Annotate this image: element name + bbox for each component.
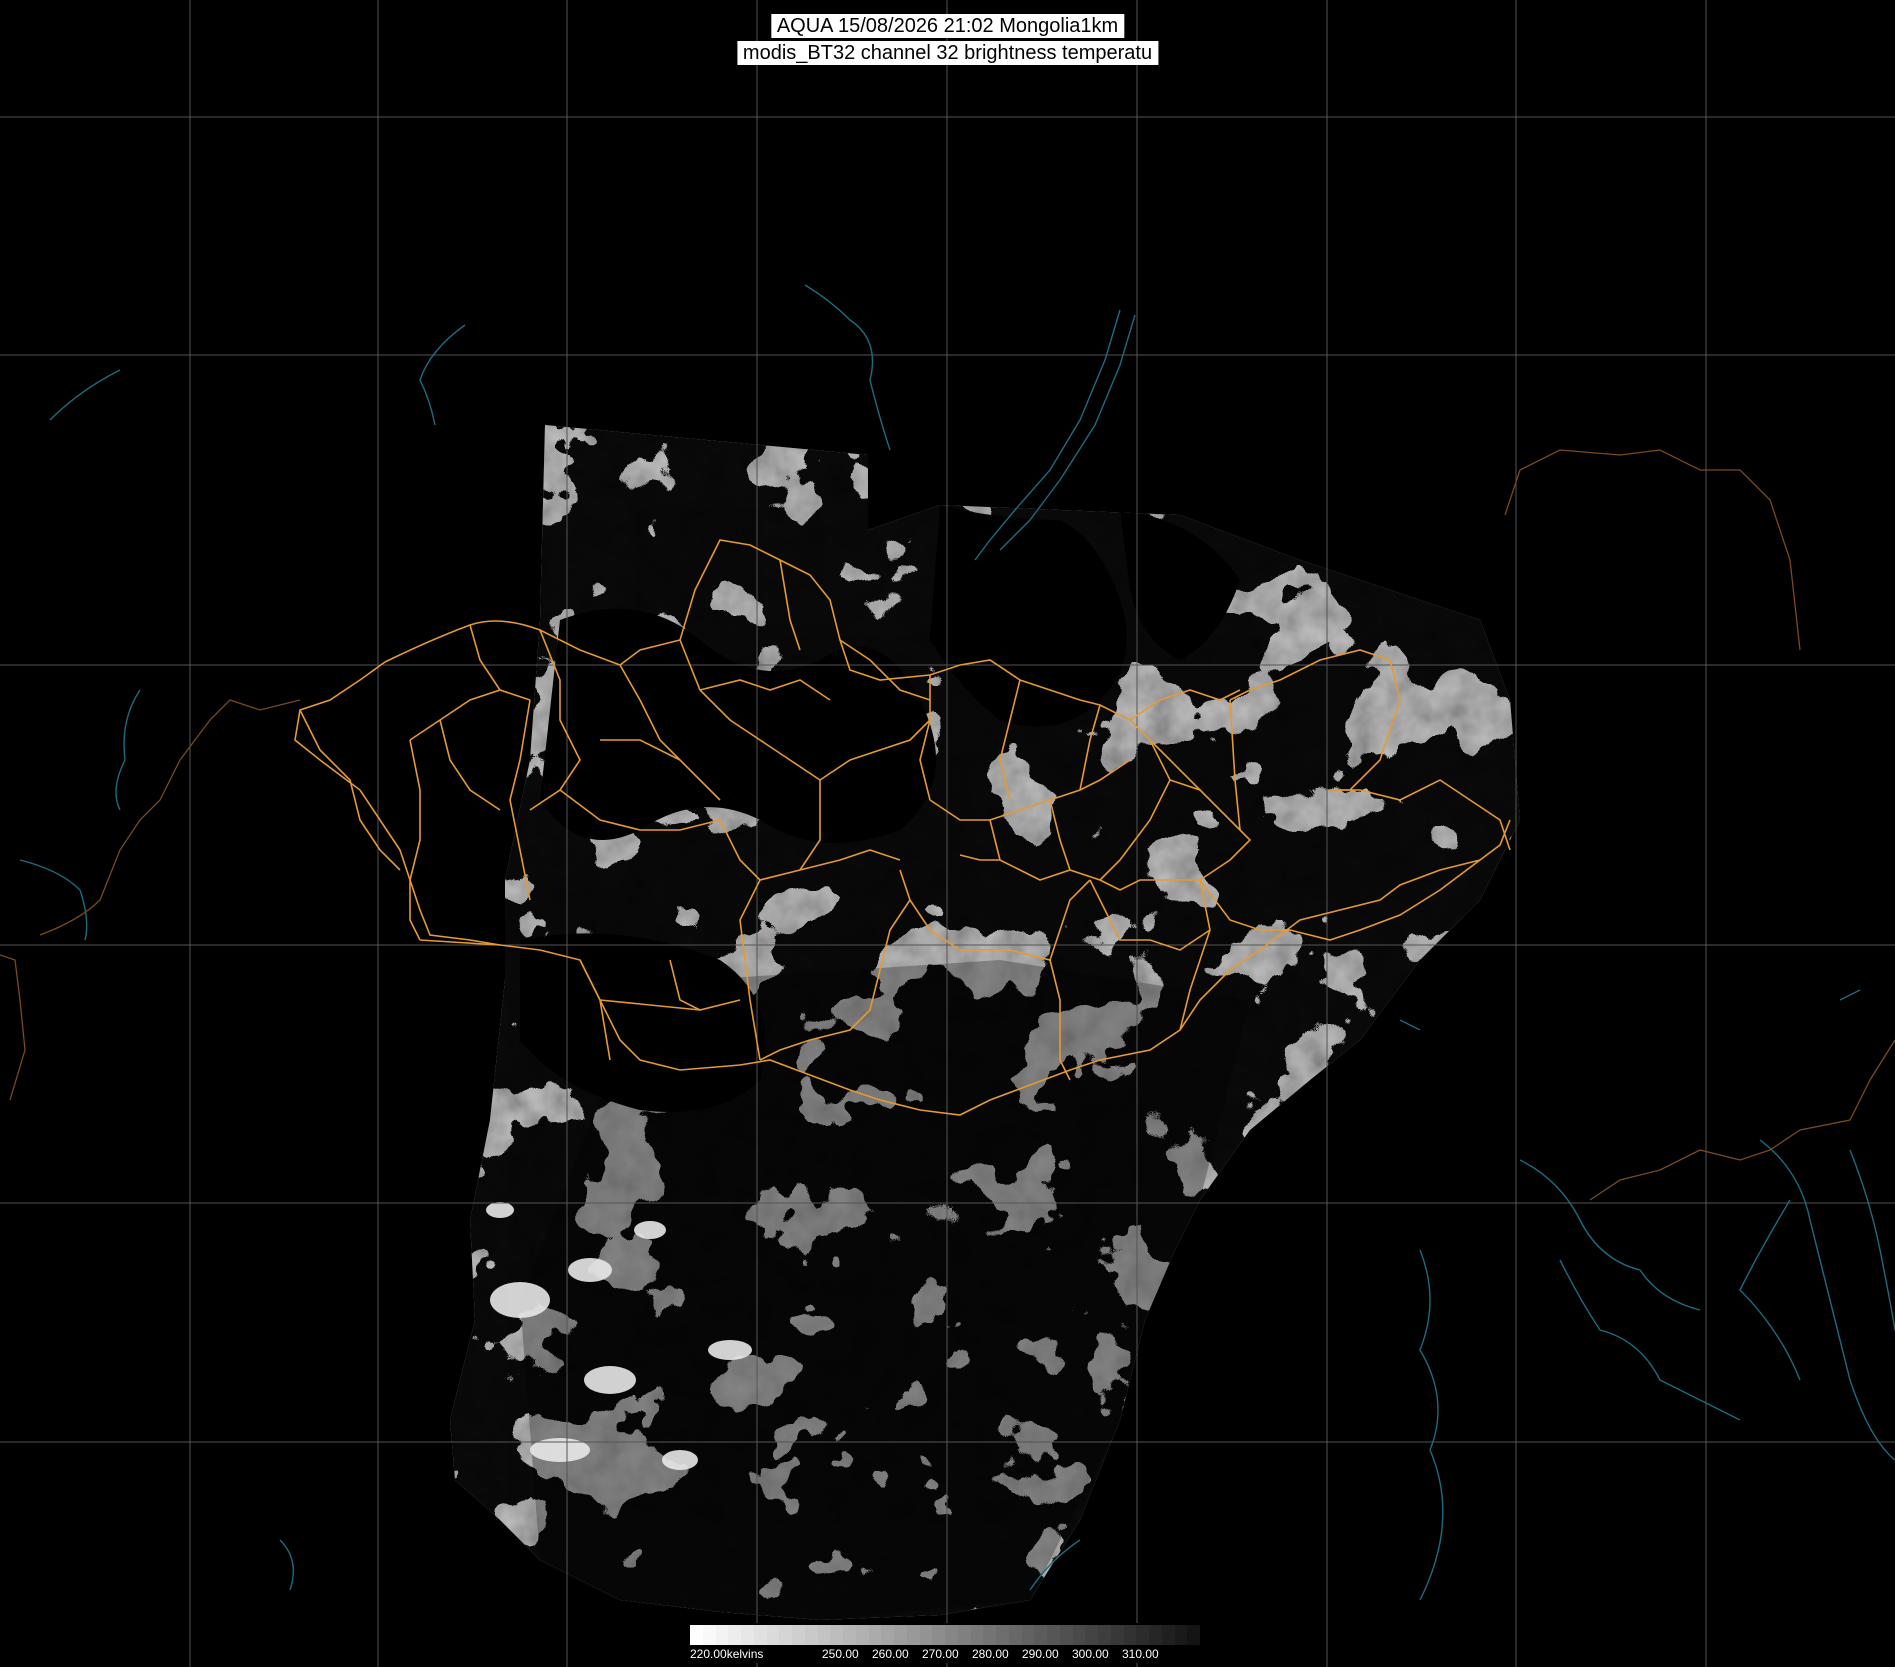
legend-swatch [1187,1625,1200,1645]
legend-swatch [1149,1625,1162,1645]
legend-swatch [817,1625,831,1645]
legend-swatch [919,1625,933,1645]
legend-swatch [741,1625,754,1645]
legend-swatch [957,1625,971,1645]
legend-tick-label: 250.00 [822,1647,859,1661]
legend-tick-label: 310.00 [1122,1647,1159,1661]
legend-tick-label: 280.00 [972,1647,1009,1661]
legend-tick-label: 270.00 [922,1647,959,1661]
legend-swatch [894,1625,907,1645]
satellite-swath [450,425,1520,1620]
legend-swatch [830,1625,843,1645]
lat-lon-grid [0,0,1895,1667]
map-title: AQUA 15/08/2026 21:02 Mongolia1km [770,14,1125,38]
legend-tick-label: 300.00 [1072,1647,1109,1661]
map-subtitle: modis_BT32 channel 32 brightness tempera… [736,41,1159,65]
legend-swatch [690,1625,703,1645]
legend-tick-label: 220.00kelvins [690,1647,764,1661]
legend-swatch [1174,1625,1188,1645]
legend-swatch [881,1625,894,1645]
legend-swatch [843,1625,856,1645]
legend-swatch [1072,1625,1086,1645]
legend-swatch [766,1625,780,1645]
legend-swatch [779,1625,792,1645]
legend-swatch [1034,1625,1047,1645]
legend-swatch [1136,1625,1149,1645]
legend-swatch [804,1625,818,1645]
legend-swatch [996,1625,1009,1645]
legend-swatch [970,1625,984,1645]
legend-swatch [1110,1625,1124,1645]
legend-swatch [932,1625,945,1645]
legend-swatch [753,1625,767,1645]
legend-tick-label: 290.00 [1022,1647,1059,1661]
legend-swatch [906,1625,920,1645]
legend-swatch [1098,1625,1111,1645]
legend-swatch [855,1625,869,1645]
legend-swatch [945,1625,958,1645]
temperature-legend: 220.00kelvins 250.00 260.00 270.00 280.00 290… [686,1623,1206,1663]
legend-swatch [702,1625,716,1645]
legend-swatch [728,1625,741,1645]
legend-swatch [1059,1625,1073,1645]
legend-swatch [1008,1625,1022,1645]
legend-colorbar [690,1625,1200,1645]
legend-swatch [1047,1625,1060,1645]
satellite-map [0,0,1895,1667]
legend-swatch [1085,1625,1098,1645]
legend-swatch [1123,1625,1137,1645]
legend-ticks: 220.00kelvins 250.00 260.00 270.00 280.00 290… [690,1645,1200,1661]
legend-tick-label: 260.00 [872,1647,909,1661]
legend-swatch [868,1625,882,1645]
legend-swatch [715,1625,729,1645]
legend-swatch [983,1625,996,1645]
legend-swatch [1161,1625,1175,1645]
legend-swatch [1021,1625,1035,1645]
legend-swatch [792,1625,805,1645]
